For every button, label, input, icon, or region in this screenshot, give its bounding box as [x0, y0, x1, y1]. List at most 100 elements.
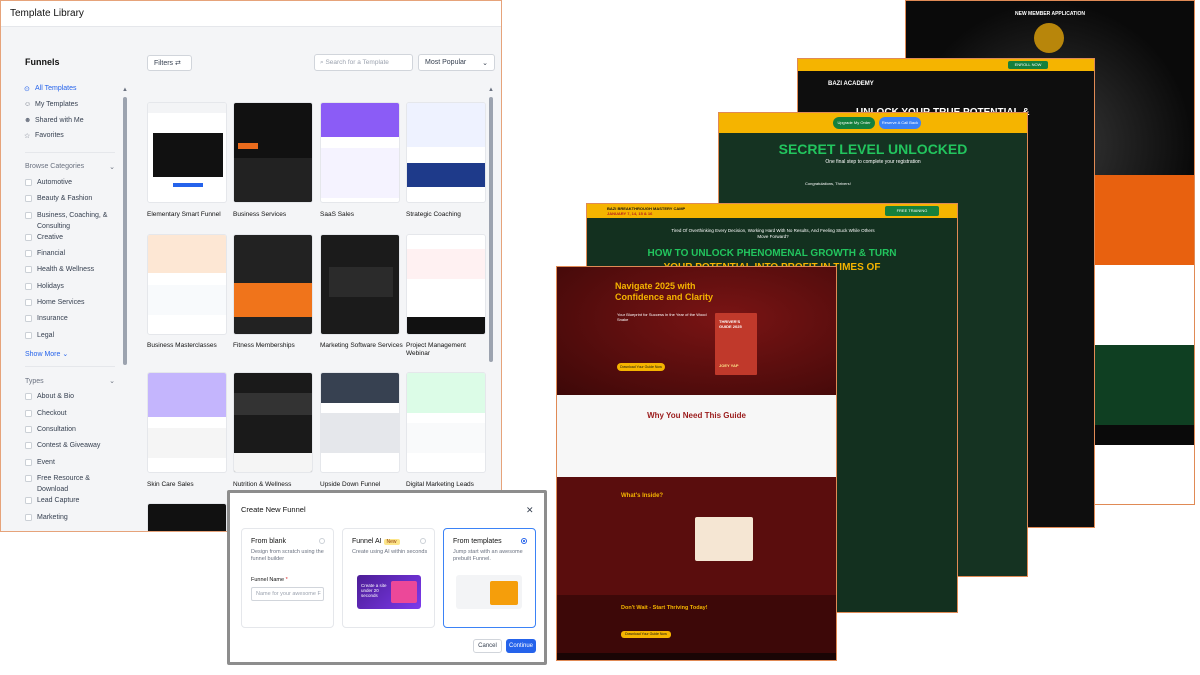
checkbox[interactable] — [25, 426, 32, 434]
checkbox[interactable] — [25, 249, 32, 257]
checkbox[interactable] — [25, 331, 32, 339]
callback-button[interactable]: Reserve A Call Back — [879, 117, 921, 129]
template-card[interactable] — [320, 234, 400, 335]
upgrade-button[interactable]: Upgrade My Order — [833, 117, 875, 129]
checkbox[interactable] — [25, 497, 32, 505]
checkbox[interactable] — [25, 299, 32, 307]
type-label: Consultation — [37, 426, 76, 434]
scroll-up-arrow[interactable]: ▲ — [122, 87, 128, 93]
checkbox[interactable] — [25, 233, 32, 241]
category-checkbox-item[interactable]: Health & Wellness — [15, 264, 119, 280]
checkbox[interactable] — [25, 409, 32, 417]
sidebar-scrollbar[interactable] — [123, 97, 127, 365]
type-checkbox-item[interactable]: Event — [15, 457, 119, 473]
template-card[interactable] — [320, 102, 400, 203]
type-checkbox-item[interactable]: About & Bio — [15, 391, 119, 407]
category-checkbox-item[interactable]: Insurance — [15, 313, 119, 329]
checkbox[interactable] — [25, 475, 32, 483]
template-card[interactable] — [233, 102, 313, 203]
scroll-up-arrow[interactable]: ▲ — [488, 87, 494, 93]
category-checkbox-item[interactable]: Holidays — [15, 281, 119, 297]
template-card[interactable] — [147, 503, 227, 531]
option-title: From templates — [453, 538, 502, 545]
checkbox[interactable] — [25, 315, 32, 323]
nav-shared-with-me[interactable]: ☻ Shared with Me — [15, 112, 119, 128]
type-checkbox-item[interactable]: Marketing — [15, 512, 119, 528]
template-card[interactable] — [233, 234, 313, 335]
option-from-blank[interactable]: From blank Design from scratch using the… — [241, 528, 334, 628]
checkbox[interactable] — [25, 393, 32, 401]
funnel-name-input[interactable]: Name for your awesome F — [251, 587, 324, 601]
template-card[interactable] — [147, 372, 227, 473]
types-header[interactable]: Types ⌄ — [25, 377, 115, 386]
category-checkbox-item[interactable]: Creative — [15, 232, 119, 248]
continue-button[interactable]: Continue — [506, 639, 536, 653]
template-card[interactable] — [147, 234, 227, 335]
category-checkbox-item[interactable]: Business, Coaching, & Consulting — [15, 210, 119, 232]
template-card[interactable] — [147, 102, 227, 203]
template-search-input[interactable]: ⌕ Search for a Template — [314, 54, 413, 71]
divider — [25, 151, 115, 153]
type-label: Contest & Giveaway — [37, 442, 101, 450]
category-checkbox-item[interactable]: Beauty & Fashion — [15, 193, 119, 209]
category-label: Creative — [37, 233, 64, 241]
search-icon: ⌕ — [320, 59, 324, 66]
enroll-button[interactable]: ENROLL NOW — [1008, 61, 1048, 69]
show-more-link[interactable]: Show More ⌄ — [15, 350, 119, 358]
ai-preview-text: Create a site under 20 seconds — [361, 583, 387, 598]
sort-select[interactable]: Most Popular ⌄ — [418, 54, 495, 71]
nav-all-templates[interactable]: ⊙ All Templates — [15, 81, 119, 97]
close-icon[interactable]: ✕ — [526, 505, 534, 516]
option-title: From blank — [251, 538, 287, 545]
type-checkbox-item[interactable]: Lead Capture — [15, 495, 119, 511]
type-checkbox-item[interactable]: Free Resource & Download — [15, 473, 119, 495]
radio-button[interactable] — [420, 538, 426, 544]
download-guide-button[interactable]: Download Your Guide Now — [617, 363, 665, 371]
type-checkbox-item[interactable]: Contest & Giveaway — [15, 440, 119, 456]
type-checkbox-item[interactable]: Consultation — [15, 424, 119, 440]
checkbox[interactable] — [25, 178, 32, 186]
subheadline: One final step to complete your registra… — [825, 159, 921, 165]
template-card[interactable] — [406, 372, 486, 473]
template-name: Elementary Smart Funnel — [147, 211, 221, 218]
checkbox[interactable] — [25, 266, 32, 274]
checkbox[interactable] — [25, 211, 32, 219]
category-list: Automotive Beauty & Fashion Business, Coac… — [15, 177, 119, 347]
template-name: Strategic Coaching — [406, 211, 461, 218]
checkbox[interactable] — [25, 458, 32, 466]
checkbox[interactable] — [25, 195, 32, 203]
radio-button-selected[interactable] — [521, 538, 527, 544]
nav-my-templates[interactable]: ☺ My Templates — [15, 97, 119, 113]
template-card[interactable] — [406, 234, 486, 335]
checkbox[interactable] — [25, 442, 32, 450]
category-checkbox-item[interactable]: Legal — [15, 330, 119, 346]
template-card[interactable] — [233, 372, 313, 473]
option-funnel-ai[interactable]: Funnel AI New Create using AI within sec… — [342, 528, 435, 628]
checkbox[interactable] — [25, 513, 32, 521]
event-dates: JANUARY 7, 14, 15 & 16 — [607, 211, 653, 216]
category-checkbox-item[interactable]: Automotive — [15, 177, 119, 193]
option-from-templates[interactable]: From templates Jump start with an awesom… — [443, 528, 536, 628]
radio-button[interactable] — [319, 538, 325, 544]
type-label: About & Bio — [37, 393, 74, 401]
checkbox[interactable] — [25, 282, 32, 290]
template-name: SaaS Sales — [320, 211, 354, 218]
type-checkbox-item[interactable]: Checkout — [15, 408, 119, 424]
category-checkbox-item[interactable]: Financial — [15, 248, 119, 264]
page-title: NEW MEMBER APPLICATION — [1015, 11, 1085, 17]
download-guide-button-bottom[interactable]: Download Your Guide Now — [621, 631, 671, 638]
lead-text: Tired Of Overthinking Every Decision, Wo… — [671, 228, 875, 239]
ai-preview-image: Create a site under 20 seconds — [357, 575, 421, 609]
browse-categories-header[interactable]: Browse Categories ⌄ — [25, 163, 115, 171]
template-card[interactable] — [320, 372, 400, 473]
grid-scrollbar[interactable] — [489, 97, 493, 362]
nav-favorites[interactable]: ☆ Favorites — [15, 128, 119, 144]
free-training-button[interactable]: FREE TRAINING — [885, 206, 939, 216]
category-checkbox-item[interactable]: Home Services — [15, 297, 119, 313]
cancel-button[interactable]: Cancel — [473, 639, 502, 653]
template-library-window: Template Library Funnels ⊙ All Templates… — [0, 0, 502, 532]
filters-button[interactable]: Filters ⇄ — [147, 55, 192, 71]
template-name: Business Masterclasses — [147, 342, 217, 349]
star-icon: ☆ — [24, 132, 31, 140]
template-card[interactable] — [406, 102, 486, 203]
